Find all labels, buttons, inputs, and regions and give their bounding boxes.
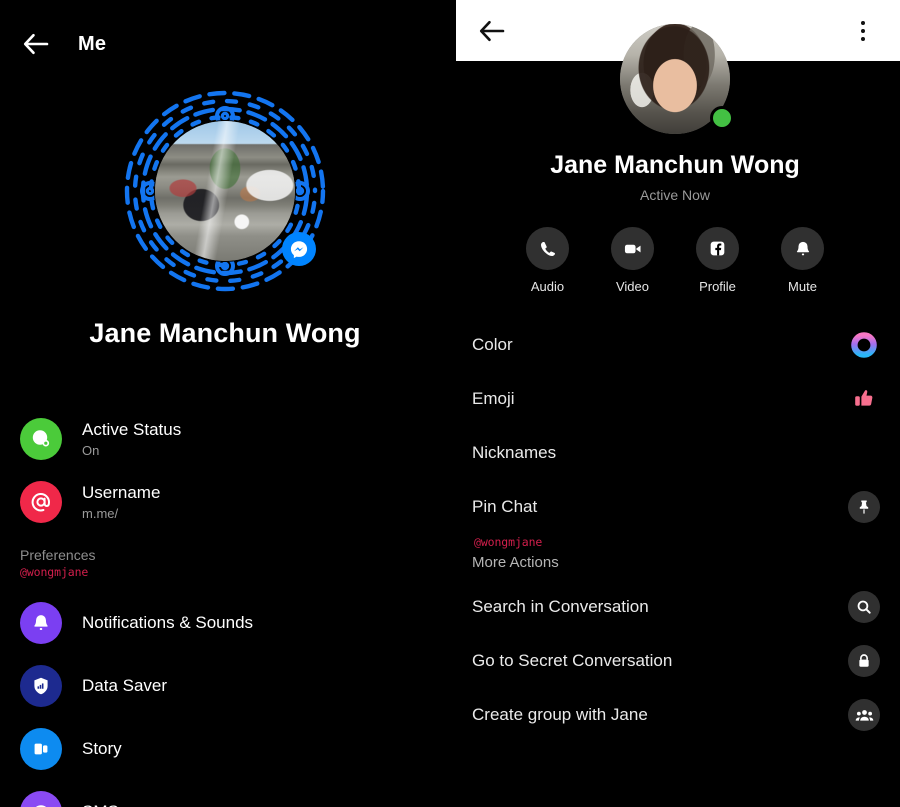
list-item-story[interactable]: Story — [0, 717, 450, 780]
list-item-go-to-secret-conversation[interactable]: Go to Secret Conversation — [450, 634, 900, 688]
at-sign-icon — [20, 480, 62, 523]
thumbs-up-icon — [848, 383, 880, 415]
active-status-badge — [710, 106, 734, 130]
list-item-pin-chat[interactable]: Pin Chat — [450, 480, 900, 534]
list-item-label: Go to Secret Conversation — [472, 651, 673, 670]
list-item-label: Notifications & Sounds — [82, 613, 254, 632]
list-item-active-status[interactable]: Active Status On — [0, 407, 450, 470]
avatar[interactable] — [620, 24, 734, 134]
list-item-username[interactable]: Username m.me/ — [0, 470, 450, 533]
shield-bars-icon — [20, 664, 62, 707]
phone-icon — [526, 227, 569, 270]
right-panel-conversation-details: Jane Manchun Wong Active Now Audio Video… — [450, 0, 900, 807]
list-item-text: Story — [82, 738, 122, 759]
avatar-photo-left — [155, 121, 295, 261]
list-item-text: Notifications & Sounds — [82, 612, 253, 633]
section-header-preferences: Preferences @wongmjane — [0, 547, 450, 591]
page-title: Me — [78, 32, 107, 55]
watermark-handle: @wongmjane — [20, 565, 89, 579]
pin-icon — [848, 491, 880, 523]
list-item-label: Nicknames — [472, 443, 557, 462]
action-label: Video — [615, 279, 649, 294]
list-item-emoji[interactable]: Emoji — [450, 372, 900, 426]
arrow-left-icon[interactable] — [14, 22, 58, 66]
list-item-color[interactable]: Color — [450, 318, 900, 372]
action-label: Profile — [699, 279, 736, 294]
list-item-label: SMS — [82, 801, 119, 807]
profile-name-right: Jane Manchun Wong — [550, 151, 800, 179]
list-item-text: Username m.me/ — [82, 482, 160, 522]
list-item-label: Pin Chat — [472, 497, 538, 516]
list-item-text: Data Saver — [82, 675, 167, 696]
list-item-search-in-conversation[interactable]: Search in Conversation — [450, 580, 900, 634]
video-camera-icon — [611, 227, 654, 270]
action-video[interactable]: Video — [607, 227, 659, 294]
list-item-label: Create group with Jane — [472, 705, 648, 724]
app-screen: Me Jane Manchun Wong Active Status On Us… — [0, 0, 900, 807]
bell-icon — [781, 227, 824, 270]
list-item-label: Story — [82, 739, 122, 758]
left-header: Me — [0, 0, 450, 88]
people-group-icon — [848, 699, 880, 731]
facebook-f-icon — [696, 227, 739, 270]
list-item-data-saver[interactable]: Data Saver — [0, 654, 450, 717]
color-ring-icon — [848, 329, 880, 361]
story-cards-icon — [20, 727, 62, 770]
speech-bubble-icon — [20, 790, 62, 807]
list-item-create-group-with-jane[interactable]: Create group with Jane — [450, 688, 900, 742]
list-item-text: SMS — [82, 801, 119, 807]
section-title: More Actions — [472, 554, 559, 571]
list-item-sms[interactable]: SMS — [0, 780, 450, 807]
messenger-code[interactable] — [122, 88, 328, 294]
action-label: Mute — [788, 279, 817, 294]
list-item-sub: On — [82, 442, 100, 458]
watermark-handle: @wongmjane — [474, 535, 543, 549]
action-mute[interactable]: Mute — [777, 227, 829, 294]
list-item-sub: m.me/ — [82, 505, 119, 521]
list-item-label: Username — [82, 482, 161, 502]
active-status-icon — [20, 417, 62, 460]
bell-icon — [20, 601, 62, 644]
list-item-label: Active Status — [82, 419, 182, 439]
conversation-settings-list: Color Emoji Nicknames Pin Chat @wongmjan… — [450, 318, 900, 742]
action-audio[interactable]: Audio — [522, 227, 574, 294]
list-item-nicknames[interactable]: Nicknames — [450, 426, 900, 480]
list-item-text: Active Status On — [82, 419, 181, 459]
list-item-label: Color — [472, 335, 513, 354]
action-profile[interactable]: Profile — [692, 227, 744, 294]
left-panel-me-settings: Me Jane Manchun Wong Active Status On Us… — [0, 0, 450, 807]
kebab-menu-icon[interactable] — [848, 16, 878, 46]
profile-name-left: Jane Manchun Wong — [89, 318, 361, 348]
arrow-left-icon[interactable] — [470, 9, 514, 53]
quick-actions-row: Audio Video Profile Mute — [450, 227, 900, 294]
messenger-logo-icon — [282, 232, 316, 266]
section-header-more-actions: @wongmjane More Actions — [450, 534, 900, 580]
search-icon — [848, 591, 880, 623]
list-item-notifications-and-sounds[interactable]: Notifications & Sounds — [0, 591, 450, 654]
list-item-label: Search in Conversation — [472, 597, 649, 616]
list-item-label: Data Saver — [82, 676, 168, 695]
section-title: Preferences — [20, 547, 96, 563]
list-item-label: Emoji — [472, 389, 515, 408]
lock-icon — [848, 645, 880, 677]
active-status-text: Active Now — [639, 187, 711, 203]
action-label: Audio — [530, 279, 565, 294]
left-settings-list: Active Status On Username m.me/ Preferen… — [0, 407, 450, 807]
